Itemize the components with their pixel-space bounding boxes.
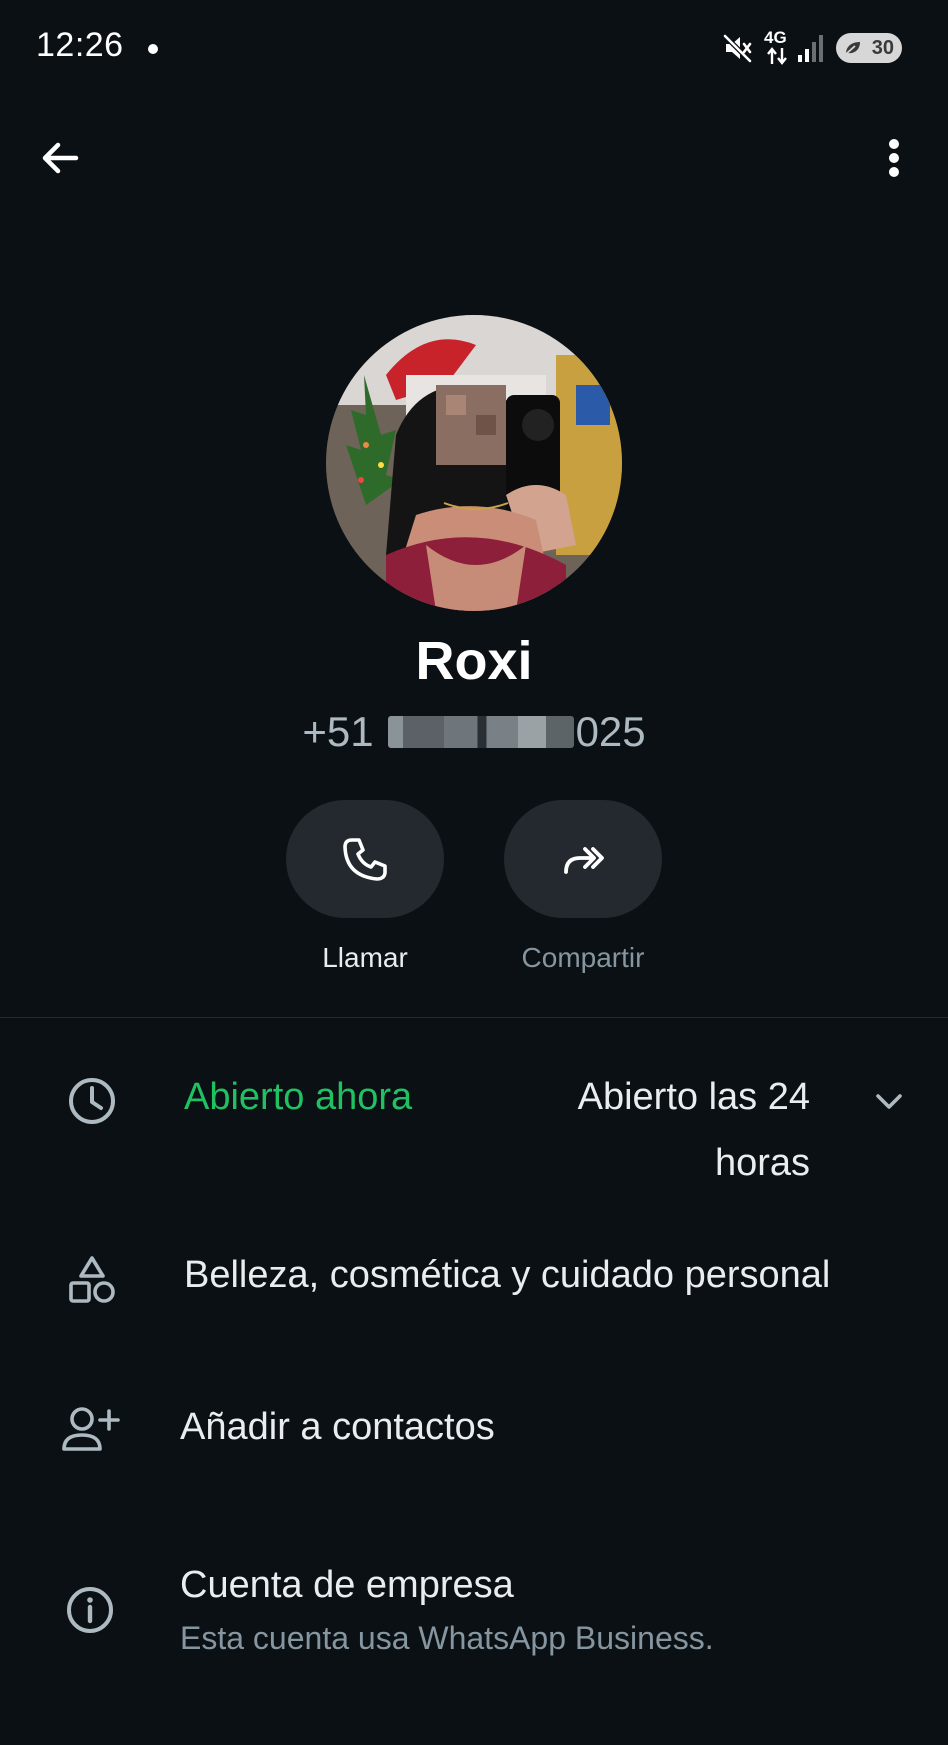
add-to-contacts-button[interactable]: Añadir a contactos bbox=[180, 1406, 495, 1449]
contact-name: Roxi bbox=[415, 631, 533, 691]
profile-photo[interactable] bbox=[326, 315, 622, 611]
open-status[interactable]: Abierto ahora bbox=[184, 1076, 412, 1119]
clock-icon bbox=[69, 1078, 115, 1124]
share-icon bbox=[564, 847, 604, 874]
business-category: Belleza, cosmética y cuidado personal bbox=[184, 1254, 831, 1296]
call-label: Llamar bbox=[322, 942, 408, 973]
business-hours[interactable]: Abierto las 24 horas bbox=[520, 1064, 810, 1196]
phone-suffix: 025 bbox=[575, 708, 646, 755]
share-button[interactable] bbox=[504, 800, 662, 918]
phone-icon bbox=[343, 838, 387, 881]
battery-level: 30 bbox=[871, 36, 894, 59]
status-time: 12:26 bbox=[36, 26, 124, 64]
battery-indicator: 30 bbox=[836, 33, 902, 63]
call-button[interactable] bbox=[286, 800, 444, 918]
business-account-subtitle: Esta cuenta usa WhatsApp Business. bbox=[180, 1620, 714, 1656]
category-shapes-icon bbox=[69, 1256, 115, 1303]
phone-prefix: +51 bbox=[302, 708, 374, 755]
more-options-icon[interactable] bbox=[874, 134, 914, 182]
info-icon bbox=[67, 1587, 113, 1633]
data-arrows-icon bbox=[767, 47, 787, 65]
chevron-down-icon[interactable] bbox=[872, 1084, 906, 1118]
back-arrow-icon[interactable] bbox=[36, 134, 84, 182]
phone-number: +51 025 bbox=[0, 708, 948, 756]
notification-dot-icon bbox=[148, 44, 158, 54]
section-divider bbox=[0, 1017, 948, 1018]
phone-redacted-block bbox=[387, 716, 574, 748]
battery-saver-icon bbox=[845, 42, 860, 55]
share-label: Compartir bbox=[521, 942, 645, 973]
add-person-icon bbox=[62, 1407, 120, 1451]
network-type-label: 4G bbox=[764, 28, 787, 47]
signal-icon bbox=[798, 35, 823, 62]
mute-icon bbox=[723, 34, 752, 63]
profile-photo-image bbox=[326, 315, 622, 611]
business-account-title[interactable]: Cuenta de empresa bbox=[180, 1564, 514, 1607]
